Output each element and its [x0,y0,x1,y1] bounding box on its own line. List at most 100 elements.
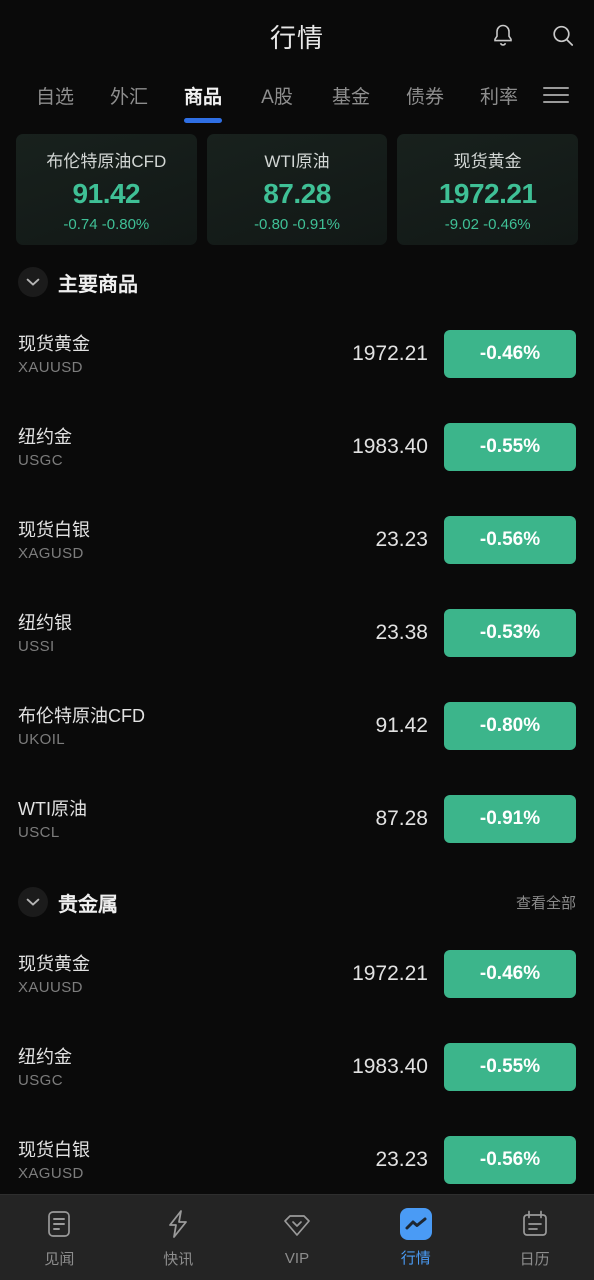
ticker-card-price: 91.42 [72,178,141,209]
quote-list-precious-metals: 现货黄金 XAUUSD 1972.21 -0.46% 纽约金 USGC 1983… [0,927,594,1194]
app-header: 行情 [0,0,594,72]
nav-item-hangqing[interactable]: 行情 [356,1207,475,1268]
ticker-card-name: 布伦特原油CFD [46,152,167,171]
calendar-icon [518,1207,552,1241]
instrument-name: 现货白银 [18,519,90,540]
instrument-code: USGC [18,1071,63,1089]
instrument-code: USSI [18,637,55,655]
status-badge[interactable]: -0.46% [444,949,576,998]
section-title: 主要商品 [58,273,138,296]
ticker-card[interactable]: 布伦特原油CFD 91.42 -0.74 -0.80% [16,134,197,246]
chevron-down-icon[interactable] [18,887,48,918]
ticker-card-name: WTI原油 [264,152,330,171]
row-name-block: 现货白银 XAGUSD [18,518,294,562]
search-icon[interactable] [546,19,580,53]
page-title: 行情 [269,22,324,53]
status-badge[interactable]: -0.80% [444,701,576,750]
instrument-code: USCL [18,823,60,841]
quote-list-main-commodities: 现货黄金 XAUUSD 1972.21 -0.46% 纽约金 USGC 1983… [0,307,594,865]
ticker-card[interactable]: 现货黄金 1972.21 -9.02 -0.46% [397,134,579,246]
status-badge[interactable]: -0.56% [444,1135,576,1184]
instrument-code: USGC [18,451,63,469]
ticker-card-price: 1972.21 [438,178,537,209]
row-name-block: WTI原油 USCL [18,797,294,841]
nav-item-rili[interactable]: 日历 [475,1207,594,1269]
app-screen: 行情 自选 外汇 商品 A股 基金 债券 利率 布伦特原油CFD 91.42 -… [0,0,594,1280]
nav-item-kuaixun[interactable]: 快讯 [119,1207,238,1269]
table-row[interactable]: 现货黄金 XAUUSD 1972.21 -0.46% [18,927,576,1020]
status-badge[interactable]: -0.53% [444,608,576,657]
tab-shangpin[interactable]: 商品 [166,82,240,115]
instrument-name: 现货白银 [18,1139,90,1160]
table-row[interactable]: 现货白银 XAGUSD 23.23 -0.56% [18,1113,576,1194]
instrument-name: WTI原油 [18,798,87,819]
instrument-code: XAGUSD [18,1164,84,1182]
row-name-block: 现货黄金 XAUUSD [18,952,294,996]
section-header-precious-metals[interactable]: 贵金属 查看全部 [0,865,594,927]
ticker-card-price: 87.28 [263,178,331,209]
section-header-main-commodities[interactable]: 主要商品 [0,245,594,307]
nav-label: VIP [284,1249,310,1267]
instrument-name: 纽约银 [18,612,72,633]
instrument-name: 现货黄金 [18,953,90,974]
ticker-card[interactable]: WTI原油 87.28 -0.80 -0.91% [206,134,388,246]
tab-lilv[interactable]: 利率 [462,82,536,115]
ticker-card-change: -9.02 -0.46% [444,216,531,234]
section-title: 贵金属 [58,893,118,916]
tab-zixuan[interactable]: 自选 [18,82,92,115]
status-badge[interactable]: -0.46% [444,329,576,378]
instrument-code: XAUUSD [18,978,83,996]
nav-item-vip[interactable]: VIP [238,1209,357,1267]
table-row[interactable]: 纽约金 USGC 1983.40 -0.55% [18,1020,576,1113]
row-name-block: 纽约金 USGC [18,425,294,469]
header-actions [486,0,580,72]
instrument-name: 纽约金 [18,1046,72,1067]
instrument-price: 87.28 [375,806,428,830]
market-scroll-area[interactable]: 布伦特原油CFD 91.42 -0.74 -0.80% WTI原油 87.28 … [0,124,594,1194]
tab-agu[interactable]: A股 [240,82,314,115]
hamburger-menu-icon[interactable] [536,87,576,109]
tab-zhaiquan[interactable]: 债券 [388,82,462,115]
instrument-name: 布伦特原油CFD [18,705,145,726]
nav-label: 快讯 [163,1250,194,1268]
instrument-price: 23.23 [375,527,428,551]
instrument-code: UKOIL [18,730,66,748]
table-row[interactable]: 现货白银 XAGUSD 23.23 -0.56% [18,493,576,586]
ticker-card-name: 现货黄金 [453,152,522,171]
status-badge[interactable]: -0.56% [444,515,576,564]
tabs-scroll[interactable]: 自选 外汇 商品 A股 基金 债券 利率 [18,82,536,115]
instrument-price: 1983.40 [352,1054,428,1078]
status-badge[interactable]: -0.55% [444,1042,576,1091]
instrument-price: 23.23 [375,1147,428,1171]
table-row[interactable]: 纽约金 USGC 1983.40 -0.55% [18,400,576,493]
table-row[interactable]: 布伦特原油CFD UKOIL 91.42 -0.80% [18,679,576,772]
status-badge[interactable]: -0.55% [444,422,576,471]
news-document-icon [42,1207,76,1241]
diamond-gem-icon [280,1209,314,1243]
row-name-block: 纽约金 USGC [18,1045,294,1089]
instrument-price: 23.38 [375,620,428,644]
row-name-block: 现货黄金 XAUUSD [18,332,294,376]
nav-label: 日历 [519,1250,550,1268]
table-row[interactable]: WTI原油 USCL 87.28 -0.91% [18,772,576,865]
notification-bell-icon[interactable] [486,19,520,53]
row-name-block: 纽约银 USSI [18,611,294,655]
table-row[interactable]: 现货黄金 XAUUSD 1972.21 -0.46% [18,307,576,400]
tab-waihui[interactable]: 外汇 [92,82,166,115]
nav-item-jianwen[interactable]: 见闻 [0,1207,119,1269]
see-all-link[interactable]: 查看全部 [516,892,576,913]
lightning-bolt-icon [161,1207,195,1241]
instrument-name: 纽约金 [18,426,72,447]
nav-label: 行情 [400,1249,431,1267]
category-tabbar: 自选 外汇 商品 A股 基金 债券 利率 [0,72,594,124]
status-badge[interactable]: -0.91% [444,794,576,843]
bottom-navigation-bar: 见闻 快讯 VIP 行情 日历 [0,1194,594,1280]
ticker-card-change: -0.80 -0.91% [254,216,340,234]
table-row[interactable]: 纽约银 USSI 23.38 -0.53% [18,586,576,679]
instrument-price: 91.42 [375,713,428,737]
nav-label: 见闻 [44,1250,75,1268]
ticker-card-change: -0.74 -0.80% [63,216,150,234]
tab-jijin[interactable]: 基金 [314,82,388,115]
instrument-price: 1983.40 [352,434,428,458]
chevron-down-icon[interactable] [18,267,48,298]
